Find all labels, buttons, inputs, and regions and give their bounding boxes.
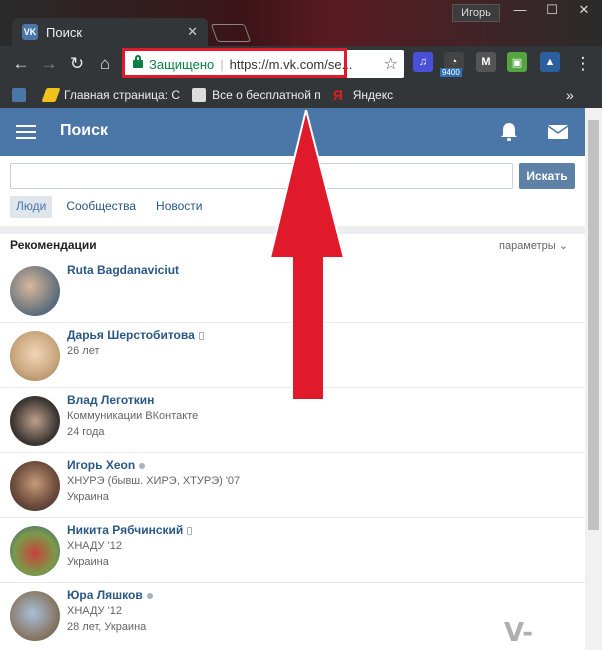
maximize-button[interactable]: ☐ [538,2,566,18]
person-detail: Украина [67,491,109,503]
tab-close-icon[interactable]: ✕ [187,24,198,40]
page-title: Поиск [60,122,109,139]
person-detail: ХНУРЭ (бывш. ХИРЭ, ХТУРЭ) '07 [67,475,241,487]
bell-icon[interactable] [500,122,518,142]
tab-people[interactable]: Люди [10,196,53,218]
person-detail: ХНАДУ '12 [67,605,122,617]
red-arrow-icon [270,110,346,400]
pencil-bookmark-icon [41,88,61,102]
person-detail: Коммуникации ВКонтакте [67,410,199,422]
avatar[interactable] [10,331,60,381]
url-highlight-box [122,48,347,78]
page-scrollbar[interactable] [585,108,602,650]
page-bookmark-icon [192,88,207,102]
person-detail: 28 лет, Украина [67,621,147,633]
person-detail: 26 лет [67,345,100,357]
browser-titlebar: VK Поиск ✕ Игорь — ☐ ✕ [0,0,602,46]
vk-bookmark-icon [12,88,26,102]
search-tabs: Люди Сообщества Новости [10,196,217,218]
bookmark-main-page[interactable]: Главная страница: С [41,88,181,102]
avatar[interactable] [10,396,60,446]
profile-button[interactable]: Игорь [452,4,500,22]
menu-icon[interactable] [16,125,36,143]
mobile-icon [187,526,193,535]
person-detail: Украина [67,556,109,568]
back-icon[interactable]: ← [10,54,32,74]
mobile-icon [198,331,204,340]
bookmark-yandex[interactable]: Я Яндекс [333,88,393,102]
parameters-link[interactable]: параметры ⌄ [499,239,568,252]
bookmark-label: Яндекс [352,88,394,102]
list-item[interactable]: Игорь Хеоn ХНУРЭ (бывш. ХИРЭ, ХТУРЭ) '07… [0,453,585,518]
bookmarks-more-icon[interactable]: » [566,87,574,103]
yandex-icon: Я [332,87,343,103]
m-extension-icon[interactable]: M [476,52,496,72]
avatar[interactable] [10,266,60,316]
person-name[interactable]: Влад Леготкин [67,393,154,407]
avatar[interactable] [10,461,60,511]
list-item[interactable]: Никита Рябчинский ХНАДУ '12 Украина [0,518,585,583]
bookmark-star-icon[interactable]: ☆ [384,54,398,74]
person-name[interactable]: Юра Ляшков [67,588,153,602]
vk-favicon-icon: VK [22,24,38,40]
forward-icon[interactable]: → [38,54,60,74]
person-detail: 24 года [67,426,105,438]
person-name[interactable]: Дарья Шерстобитова [67,328,204,342]
list-item[interactable]: Юра Ляшков ХНАДУ '12 28 лет, Украина [0,583,585,648]
recommendations-heading: Рекомендации [10,238,97,252]
bookmarks-bar: Главная страница: С Все о бесплатной п Я… [0,82,602,108]
online-status-icon [146,592,153,599]
menu-dots-icon[interactable]: ⋮ [572,54,594,74]
search-button[interactable]: Искать [519,163,575,189]
tab-title: Поиск [46,24,83,40]
online-status-icon [139,462,146,469]
bookmark-label: Главная страница: С [64,88,181,102]
person-name[interactable]: Ruta Bagdanaviciut [67,263,179,277]
bookmark-label: Все о бесплатной п [212,88,321,102]
reload-icon[interactable]: ↻ [66,54,88,74]
minimize-button[interactable]: — [506,2,534,17]
watermark: V-PC.RU [504,618,593,650]
window-close-button[interactable]: ✕ [570,2,598,18]
chart-extension-icon[interactable]: ▲ [540,52,560,72]
tab-news[interactable]: Новости [150,196,208,218]
browser-tab[interactable]: VK Поиск ✕ [12,18,208,46]
mail-icon[interactable] [548,125,568,139]
new-tab-button[interactable] [210,24,252,42]
avatar[interactable] [10,591,60,641]
person-name[interactable]: Игорь Хеоn [67,458,146,472]
tab-communities[interactable]: Сообщества [60,196,142,218]
bookmark-vk[interactable] [12,88,32,102]
headphones-extension-icon[interactable]: ♫ [413,52,433,72]
person-detail: ХНАДУ '12 [67,540,122,552]
bookmark-free[interactable]: Все о бесплатной п [192,88,321,102]
person-name[interactable]: Никита Рябчинский [67,523,193,537]
home-icon[interactable]: ⌂ [94,54,116,74]
extension-badge: 9400 [440,68,462,77]
avatar[interactable] [10,526,60,576]
search-input[interactable] [10,163,513,189]
green-extension-icon[interactable]: ▣ [507,52,527,72]
scrollbar-thumb[interactable] [588,120,599,530]
